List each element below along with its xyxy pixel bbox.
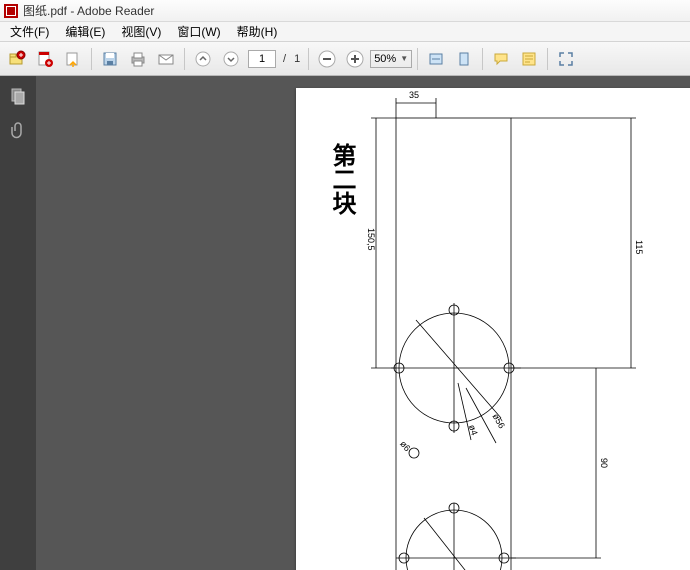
toolbar-separator	[91, 48, 92, 70]
zoom-out-button[interactable]	[314, 46, 340, 72]
menu-edit[interactable]: 编辑(E)	[59, 22, 111, 41]
menu-file[interactable]: 文件(F)	[4, 22, 55, 41]
dim-left: 150,5	[366, 228, 376, 251]
pdf-page: 第二块	[296, 88, 690, 570]
menu-help[interactable]: 帮助(H)	[231, 22, 284, 41]
fullscreen-button[interactable]	[553, 46, 579, 72]
menu-window[interactable]: 窗口(W)	[171, 22, 226, 41]
page-total: 1	[294, 53, 300, 65]
menu-bar: 文件(F) 编辑(E) 视图(V) 窗口(W) 帮助(H)	[0, 22, 690, 42]
content-area: 第二块	[0, 76, 690, 570]
toolbar-separator	[308, 48, 309, 70]
page-down-button[interactable]	[218, 46, 244, 72]
side-panel	[0, 76, 36, 570]
note-button[interactable]	[516, 46, 542, 72]
page-up-button[interactable]	[190, 46, 216, 72]
document-area[interactable]: 第二块	[36, 76, 690, 570]
dim-top: 35	[409, 90, 419, 100]
app-icon	[4, 4, 18, 18]
fit-width-button[interactable]	[423, 46, 449, 72]
print-button[interactable]	[125, 46, 151, 72]
page-input[interactable]	[248, 50, 276, 68]
dim-r1: 115	[634, 240, 644, 254]
chevron-down-icon: ▼	[400, 54, 408, 63]
toolbar-separator	[547, 48, 548, 70]
export-button[interactable]	[60, 46, 86, 72]
zoom-combo[interactable]: 50% ▼	[370, 50, 412, 68]
toolbar-separator	[184, 48, 185, 70]
thumbnails-button[interactable]	[4, 82, 32, 110]
save-button[interactable]	[97, 46, 123, 72]
comment-button[interactable]	[488, 46, 514, 72]
zoom-value: 50%	[374, 53, 396, 65]
page-separator: /	[283, 53, 286, 65]
create-pdf-button[interactable]	[32, 46, 58, 72]
email-button[interactable]	[153, 46, 179, 72]
technical-drawing	[296, 88, 690, 570]
open-button[interactable]	[4, 46, 30, 72]
title-bar: 图纸.pdf - Adobe Reader	[0, 0, 690, 22]
zoom-in-button[interactable]	[342, 46, 368, 72]
dim-r2: 90	[599, 458, 609, 468]
menu-view[interactable]: 视图(V)	[115, 22, 167, 41]
fit-page-button[interactable]	[451, 46, 477, 72]
window-title: 图纸.pdf - Adobe Reader	[23, 2, 154, 19]
toolbar: / 1 50% ▼	[0, 42, 690, 76]
toolbar-separator	[482, 48, 483, 70]
toolbar-separator	[417, 48, 418, 70]
attachments-button[interactable]	[4, 116, 32, 144]
